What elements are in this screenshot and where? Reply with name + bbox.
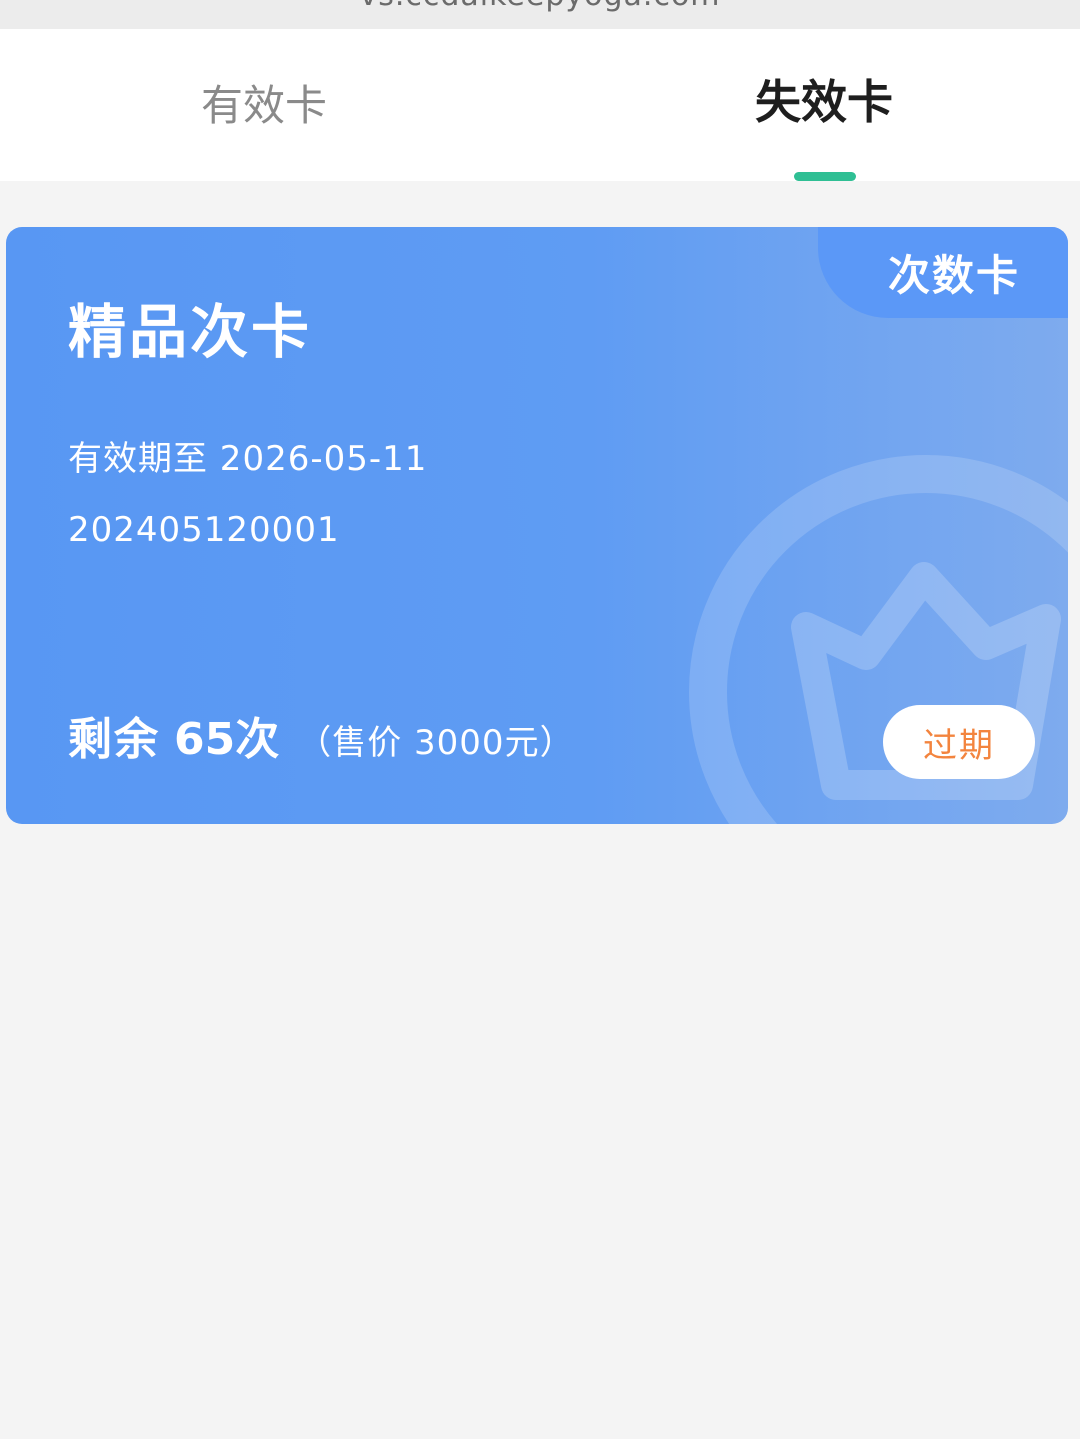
card-status-tabs: 有效卡 失效卡 bbox=[0, 29, 1080, 181]
expired-status-text: 过期 bbox=[923, 725, 995, 766]
membership-card[interactable]: 次数卡 精品次卡 有效期至 2026-05-11 202405120001 剩余… bbox=[6, 227, 1068, 824]
tab-valid-cards-label: 有效卡 bbox=[200, 81, 327, 130]
price-note: （售价 3000元） bbox=[297, 723, 575, 763]
card-type-badge: 次数卡 bbox=[818, 227, 1068, 318]
remaining-label: 剩余 bbox=[68, 714, 160, 765]
card-type-text: 次数卡 bbox=[887, 251, 1020, 300]
card-title: 精品次卡 bbox=[68, 298, 313, 366]
remaining-count: 65 bbox=[174, 714, 236, 765]
remaining-unit: 次 bbox=[235, 714, 280, 765]
card-remaining-info: 剩余 65 次 （售价 3000元） bbox=[68, 703, 575, 767]
tab-expired-cards-label: 失效卡 bbox=[755, 75, 893, 129]
tab-expired-cards[interactable]: 失效卡 bbox=[554, 29, 1080, 181]
card-expiry-date: 有效期至 2026-05-11 bbox=[68, 439, 428, 479]
browser-url-bar[interactable]: vs.ccdaikeepyoga.com bbox=[0, 0, 1080, 29]
active-tab-indicator bbox=[794, 172, 856, 181]
expired-status-badge[interactable]: 过期 bbox=[883, 705, 1035, 779]
tab-valid-cards[interactable]: 有效卡 bbox=[0, 29, 534, 181]
card-number: 202405120001 bbox=[68, 510, 340, 550]
browser-url-text: vs.ccdaikeepyoga.com bbox=[0, 0, 1080, 13]
